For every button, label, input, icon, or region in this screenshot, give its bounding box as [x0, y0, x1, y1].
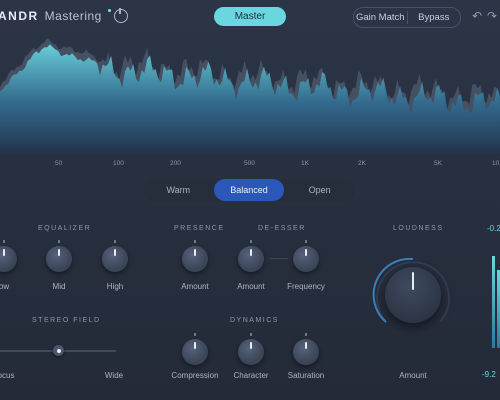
equalizer-title: EQUALIZER — [38, 225, 92, 232]
knob-indicator — [305, 249, 307, 256]
freq-label-50: 50 — [55, 160, 63, 167]
eq-high-label: High — [106, 282, 124, 291]
knob-tick — [194, 333, 196, 336]
meter-bottom-value: -9.2 — [482, 370, 496, 379]
profile-warm[interactable]: Warm — [143, 179, 214, 201]
master-button[interactable]: Master — [214, 7, 286, 26]
profile-selector: Warm Balanced Open — [143, 179, 355, 201]
knob-indicator — [3, 249, 5, 256]
connector-line — [270, 258, 288, 259]
knob-tick — [194, 240, 196, 243]
knob-tick — [250, 333, 252, 336]
presence-title: PRESENCE — [174, 225, 225, 232]
toggle-group: Gain Match Bypass — [353, 7, 461, 28]
stereo-wide-label: Wide — [104, 371, 124, 380]
freq-label-100: 100 — [113, 160, 124, 167]
eq-mid-knob[interactable] — [46, 246, 72, 272]
stereo-focus-label: ocus — [0, 371, 15, 380]
knob-tick — [3, 240, 5, 243]
knob-tick — [250, 240, 252, 243]
freq-label-5k: 5K — [434, 160, 442, 167]
power-icon[interactable] — [114, 8, 128, 23]
knob-tick — [114, 240, 116, 243]
knob-tick — [305, 240, 307, 243]
character-knob[interactable] — [238, 339, 264, 365]
loudness-amount-knob[interactable] — [385, 267, 441, 323]
loudness-meter — [490, 252, 500, 348]
eq-low-knob[interactable] — [0, 246, 17, 272]
profile-balanced[interactable]: Balanced — [213, 179, 285, 201]
bypass-button[interactable]: Bypass — [408, 8, 461, 27]
deesser-frequency-label: Frequency — [287, 282, 325, 291]
freq-label-500: 500 — [244, 160, 255, 167]
meter-bar-left — [492, 256, 495, 348]
compression-knob[interactable] — [182, 339, 208, 365]
saturation-label: Saturation — [287, 371, 325, 380]
knob-indicator — [58, 249, 60, 256]
knob-indicator — [250, 249, 252, 256]
redo-icon[interactable]: ↷ — [487, 9, 497, 23]
knob-indicator — [250, 342, 252, 349]
loudness-title: LOUDNESS — [393, 225, 444, 232]
freq-label-10k: 10 — [492, 160, 500, 167]
brand-name: ANDR — [0, 9, 39, 23]
saturation-knob[interactable] — [293, 339, 319, 365]
profile-open[interactable]: Open — [284, 179, 355, 201]
spectrum-curve — [0, 44, 500, 154]
deesser-title: DE-ESSER — [258, 225, 306, 232]
knob-indicator — [114, 249, 116, 256]
stereo-field-title: STEREO FIELD — [32, 317, 101, 324]
top-bar: ANDR Mastering Master Gain Match Bypass ↶… — [0, 0, 500, 34]
knob-tick — [305, 333, 307, 336]
knob-tick — [58, 240, 60, 243]
loudness-amount-label: Amount — [399, 371, 427, 380]
stereo-field-thumb[interactable] — [53, 345, 64, 356]
spectrum-display — [0, 38, 500, 154]
status-dot — [108, 9, 111, 12]
meter-peak-value: -0.2 — [487, 224, 500, 233]
freq-label-1k: 1K — [301, 160, 309, 167]
product-name: Mastering — [44, 9, 102, 23]
knob-indicator — [305, 342, 307, 349]
deesser-frequency-knob[interactable] — [293, 246, 319, 272]
freq-label-2k: 2K — [358, 160, 366, 167]
deesser-amount-knob[interactable] — [238, 246, 264, 272]
undo-icon[interactable]: ↶ — [472, 9, 482, 23]
eq-high-knob[interactable] — [102, 246, 128, 272]
dynamics-title: DYNAMICS — [230, 317, 279, 324]
freq-label-200: 200 — [170, 160, 181, 167]
eq-low-label: ow — [0, 282, 10, 291]
gain-match-button[interactable]: Gain Match — [354, 8, 407, 27]
brand-logo: ANDR Mastering — [0, 9, 102, 23]
knob-indicator — [412, 272, 414, 290]
knob-indicator — [194, 342, 196, 349]
knob-indicator — [194, 249, 196, 256]
presence-amount-knob[interactable] — [182, 246, 208, 272]
